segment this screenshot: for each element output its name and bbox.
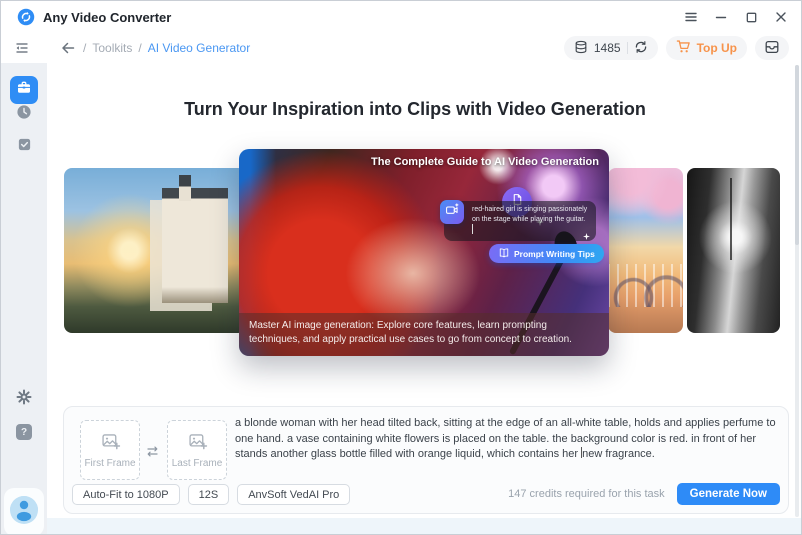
breadcrumb-separator: /: [83, 41, 87, 55]
book-icon: [498, 247, 510, 261]
credits-balance-pill[interactable]: 1485: [563, 36, 658, 60]
minimize-icon[interactable]: [713, 9, 729, 25]
prompt-writing-tips-button[interactable]: Prompt Writing Tips: [489, 244, 604, 263]
collapse-sidebar-icon[interactable]: [13, 39, 31, 57]
page-title: Turn Your Inspiration into Clips with Vi…: [184, 99, 646, 119]
bottom-band: [47, 518, 801, 534]
credits-required-note: 147 credits required for this task: [508, 488, 665, 500]
person-icon: [10, 496, 38, 524]
back-button[interactable]: [59, 39, 77, 57]
sidebar-item-settings[interactable]: [16, 389, 32, 410]
clock-icon: [16, 104, 32, 125]
prompt-text: a blonde woman with her head tilted back…: [235, 417, 776, 460]
top-up-label: Top Up: [696, 41, 737, 55]
composer-actions: 147 credits required for this task Gener…: [508, 483, 780, 505]
sidebar: ?: [1, 63, 47, 534]
purchases-button[interactable]: [755, 36, 789, 60]
breadcrumb: / Toolkits / AI Video Generator: [83, 41, 250, 55]
coins-icon: [574, 40, 588, 57]
camera-icon: [445, 202, 459, 222]
last-frame-label: Last Frame: [171, 458, 223, 469]
close-icon[interactable]: [773, 9, 789, 25]
app-menu-icon[interactable]: [683, 9, 699, 25]
first-frame-label: First Frame: [84, 458, 136, 469]
example-prompt-text: red-haired girl is singing passionately …: [472, 206, 588, 223]
image-plus-icon: [100, 431, 121, 455]
prompt-writing-tips-label: Prompt Writing Tips: [514, 248, 595, 259]
breadcrumb-current: AI Video Generator: [147, 41, 251, 55]
scrollbar-thumb[interactable]: [795, 65, 799, 245]
main-content: Turn Your Inspiration into Clips with Vi…: [47, 63, 801, 534]
top-up-button[interactable]: Top Up: [665, 36, 747, 60]
bag-icon: [764, 39, 780, 58]
guide-card[interactable]: The Complete Guide to AI Video Generatio…: [239, 149, 609, 356]
breadcrumb-separator: /: [138, 41, 142, 55]
carousel-image-castle[interactable]: [64, 168, 246, 333]
last-frame-upload[interactable]: Last Frame: [167, 420, 227, 480]
title-bar: Any Video Converter: [1, 1, 801, 33]
breadcrumb-toolkits[interactable]: Toolkits: [92, 41, 132, 55]
sparkle-icon: [583, 227, 590, 245]
guide-card-caption: Master AI image generation: Explore core…: [239, 313, 609, 356]
carousel-image-blossom[interactable]: [608, 168, 683, 333]
swap-frames-icon[interactable]: [143, 442, 161, 460]
app-logo-icon: [17, 8, 35, 26]
model-option-button[interactable]: AnvSoft VedAI Pro: [237, 484, 351, 505]
resolution-option-button[interactable]: Auto-Fit to 1080P: [72, 484, 180, 505]
window-controls: [683, 9, 789, 25]
image-plus-icon: [187, 431, 208, 455]
duration-option-button[interactable]: 12S: [187, 484, 230, 505]
maximize-icon[interactable]: [743, 9, 759, 25]
app-title: Any Video Converter: [43, 9, 172, 25]
help-icon: ?: [20, 426, 28, 438]
text-cursor: [472, 224, 473, 234]
app-window: Any Video Converter / Toolkits / AI Vide…: [0, 0, 802, 535]
cart-icon: [676, 39, 691, 57]
credits-count: 1485: [593, 41, 621, 55]
toolbox-icon: [16, 80, 32, 101]
task-check-icon: [17, 137, 32, 157]
example-prompt-bubble: red-haired girl is singing passionately …: [444, 201, 596, 241]
gear-icon: [16, 389, 32, 410]
refresh-icon[interactable]: [634, 40, 648, 57]
sidebar-item-history[interactable]: [16, 104, 32, 125]
video-camera-badge: [440, 200, 464, 224]
prompt-input[interactable]: a blonde woman with her head tilted back…: [235, 416, 783, 463]
first-frame-upload[interactable]: First Frame: [80, 420, 140, 480]
guide-card-title: The Complete Guide to AI Video Generatio…: [371, 156, 599, 168]
toolbar: / Toolkits / AI Video Generator 1485 Top…: [1, 33, 801, 63]
pill-divider: [626, 42, 628, 54]
prompt-text: new fragrance.: [582, 448, 655, 460]
video-composer-panel: First Frame Last Frame a blonde woman wi…: [63, 406, 789, 514]
sidebar-item-video-tools[interactable]: [10, 76, 38, 104]
user-avatar[interactable]: [10, 496, 38, 524]
carousel-image-alley[interactable]: [687, 168, 780, 333]
generation-options: Auto-Fit to 1080P 12S AnvSoft VedAI Pro: [72, 484, 351, 505]
sidebar-item-help[interactable]: ?: [16, 424, 32, 440]
generate-now-button[interactable]: Generate Now: [676, 483, 780, 505]
toolbar-right: 1485 Top Up: [563, 36, 789, 60]
sidebar-item-tasks[interactable]: [16, 137, 32, 157]
